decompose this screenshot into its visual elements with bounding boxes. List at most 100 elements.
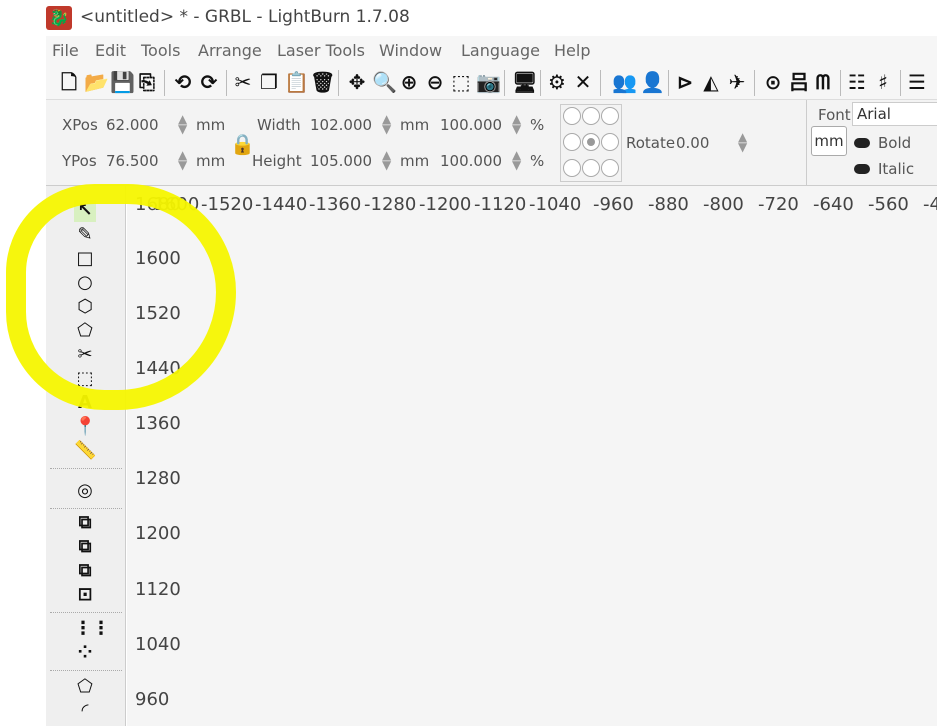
xpos-value[interactable]: 62.000 bbox=[106, 116, 159, 134]
mirror-v-icon[interactable]: ◭ bbox=[700, 70, 722, 94]
monitor-icon[interactable]: 🖥 bbox=[512, 70, 537, 94]
group-icon[interactable]: 吕 bbox=[788, 70, 810, 94]
weld-icon[interactable]: ⊡ bbox=[74, 584, 96, 606]
cut-icon[interactable]: ✂ bbox=[232, 70, 254, 94]
ruler-x-tick: -640 bbox=[813, 194, 854, 215]
user-icon[interactable]: 👤 bbox=[640, 70, 665, 94]
ruler-y-tick: 1360 bbox=[135, 413, 181, 434]
anchor-bottom-center[interactable] bbox=[582, 159, 600, 177]
align-icon[interactable]: ᗰ bbox=[812, 70, 834, 94]
camera-icon[interactable]: 📷 bbox=[476, 70, 501, 94]
open-folder-icon[interactable]: 📂 bbox=[84, 70, 109, 94]
target-icon[interactable]: ⊙ bbox=[762, 70, 784, 94]
ruler-y-tick: 1280 bbox=[135, 468, 181, 489]
settings-icon[interactable]: ⚙ bbox=[546, 70, 568, 94]
anchor-bottom-right[interactable] bbox=[601, 159, 619, 177]
scale-height-spinner[interactable]: ▲ ▼ bbox=[512, 149, 521, 171]
mirror-h-icon[interactable]: ⊳ bbox=[674, 70, 696, 94]
menu-tools[interactable]: Tools bbox=[141, 41, 180, 60]
users-icon[interactable]: 👥 bbox=[612, 70, 637, 94]
menu-help[interactable]: Help bbox=[554, 41, 590, 60]
boolean-union-icon[interactable]: ⧉ bbox=[74, 512, 96, 534]
menu-laser-tools[interactable]: Laser Tools bbox=[277, 41, 365, 60]
frame-icon[interactable]: ⬚ bbox=[450, 70, 472, 94]
xpos-spinner[interactable]: ▲ ▼ bbox=[178, 113, 187, 135]
ypos-label: YPos bbox=[62, 152, 97, 170]
ypos-spinner[interactable]: ▲ ▼ bbox=[178, 149, 187, 171]
width-value[interactable]: 102.000 bbox=[310, 116, 372, 134]
offset-tool-icon[interactable]: ◎ bbox=[74, 480, 96, 502]
tabs-tool-icon[interactable]: ⬚ bbox=[74, 368, 96, 390]
polygon-tool-icon[interactable]: ⬡ bbox=[74, 296, 96, 318]
menu-file[interactable]: File bbox=[52, 41, 79, 60]
position-laser-tool-icon[interactable]: 📍 bbox=[74, 416, 96, 438]
ruler-x-tick: -1040 bbox=[529, 194, 582, 215]
zoom-in-icon[interactable]: ⊕ bbox=[398, 70, 420, 94]
rotate-label: Rotate bbox=[626, 134, 676, 152]
measure-tool-icon[interactable]: 📏 bbox=[74, 440, 96, 462]
corner-radius-icon[interactable]: ◜ bbox=[74, 700, 96, 722]
height-value[interactable]: 105.000 bbox=[310, 152, 372, 170]
bold-label: Bold bbox=[878, 134, 912, 152]
zoom-out-icon[interactable]: ⊖ bbox=[424, 70, 446, 94]
ruler-y-tick: 1040 bbox=[135, 634, 181, 655]
more-icon[interactable]: ☰ bbox=[906, 70, 928, 94]
rectangle-tool-icon[interactable]: □ bbox=[74, 248, 96, 270]
menu-edit[interactable]: Edit bbox=[95, 41, 126, 60]
anchor-middle-left[interactable] bbox=[563, 133, 581, 151]
scale-height-value[interactable]: 100.000 bbox=[440, 152, 502, 170]
new-file-icon[interactable]: 🗋 bbox=[58, 70, 80, 94]
text-tool-icon[interactable]: A bbox=[74, 392, 96, 414]
width-label: Width bbox=[257, 116, 301, 134]
convert-to-path-icon[interactable]: ⬠ bbox=[74, 676, 96, 698]
boolean-subtract-icon[interactable]: ⧉ bbox=[74, 536, 96, 558]
move-icon[interactable]: ✥ bbox=[346, 70, 368, 94]
design-canvas[interactable]: -1600 -1520 -1440 -1360 -1280 -1200 -112… bbox=[127, 186, 937, 726]
trim-tool-icon[interactable]: ✂ bbox=[74, 344, 96, 366]
select-tool-icon[interactable]: ↖ bbox=[74, 200, 96, 222]
anchor-bottom-left[interactable] bbox=[563, 159, 581, 177]
boolean-intersect-icon[interactable]: ⧉ bbox=[74, 560, 96, 582]
zoom-selection-icon[interactable]: 🔍 bbox=[372, 70, 397, 94]
anchor-top-left[interactable] bbox=[563, 107, 581, 125]
distribute-h-icon[interactable]: ♯ bbox=[872, 70, 894, 94]
menu-window[interactable]: Window bbox=[379, 41, 442, 60]
bold-toggle[interactable] bbox=[854, 138, 870, 148]
menu-language[interactable]: Language bbox=[461, 41, 540, 60]
rotate-ccw-icon[interactable]: ⟲ bbox=[172, 70, 194, 94]
ruler-y-tick: 1520 bbox=[135, 303, 181, 324]
font-select[interactable]: Arial bbox=[852, 102, 937, 126]
save-icon[interactable]: 💾 bbox=[110, 70, 135, 94]
rotate-cw-icon[interactable]: ⟳ bbox=[198, 70, 220, 94]
anchor-top-center[interactable] bbox=[582, 107, 600, 125]
scale-width-spinner[interactable]: ▲ ▼ bbox=[512, 113, 521, 135]
unit-toggle-button[interactable]: mm bbox=[811, 126, 847, 156]
edit-nodes-tool-icon[interactable]: ⬠ bbox=[74, 320, 96, 342]
delete-icon[interactable]: 🗑 bbox=[310, 70, 335, 94]
circular-array-icon[interactable]: ⁘ bbox=[74, 642, 96, 664]
scale-width-value[interactable]: 100.000 bbox=[440, 116, 502, 134]
draw-lines-tool-icon[interactable]: ✎ bbox=[74, 224, 96, 246]
ruler-x-tick: -1280 bbox=[364, 194, 417, 215]
tools-panel: ↖ ✎ □ ○ ⬡ ⬠ ✂ ⬚ A 📍 📏 ◎ ⧉ ⧉ ⧉ ⊡ ⋮⋮ ⁘ ⬠ ◜ bbox=[46, 186, 126, 726]
distribute-icon[interactable]: ☷ bbox=[846, 70, 868, 94]
copy-icon[interactable]: ❐ bbox=[258, 70, 280, 94]
import-icon[interactable]: ⎘ bbox=[136, 70, 158, 94]
menu-arrange[interactable]: Arrange bbox=[198, 41, 262, 60]
italic-toggle[interactable] bbox=[854, 164, 870, 174]
height-spinner[interactable]: ▲ ▼ bbox=[382, 149, 391, 171]
anchor-middle-right[interactable] bbox=[601, 133, 619, 151]
tools-icon[interactable]: ✕ bbox=[572, 70, 594, 94]
ruler-y-tick: 1680 bbox=[135, 194, 181, 215]
paste-icon[interactable]: 📋 bbox=[284, 70, 309, 94]
rotate-value[interactable]: 0.00 bbox=[676, 134, 709, 152]
rotate-spinner[interactable]: ▲ ▼ bbox=[738, 131, 747, 153]
grid-array-icon[interactable]: ⋮⋮ bbox=[74, 618, 110, 640]
ellipse-tool-icon[interactable]: ○ bbox=[74, 272, 96, 294]
width-spinner[interactable]: ▲ ▼ bbox=[382, 113, 391, 135]
anchor-center[interactable] bbox=[582, 133, 600, 151]
measure-icon[interactable]: ✈ bbox=[726, 70, 748, 94]
ypos-value[interactable]: 76.500 bbox=[106, 152, 159, 170]
anchor-top-right[interactable] bbox=[601, 107, 619, 125]
lightburn-logo-icon: 🐉 bbox=[46, 6, 72, 30]
